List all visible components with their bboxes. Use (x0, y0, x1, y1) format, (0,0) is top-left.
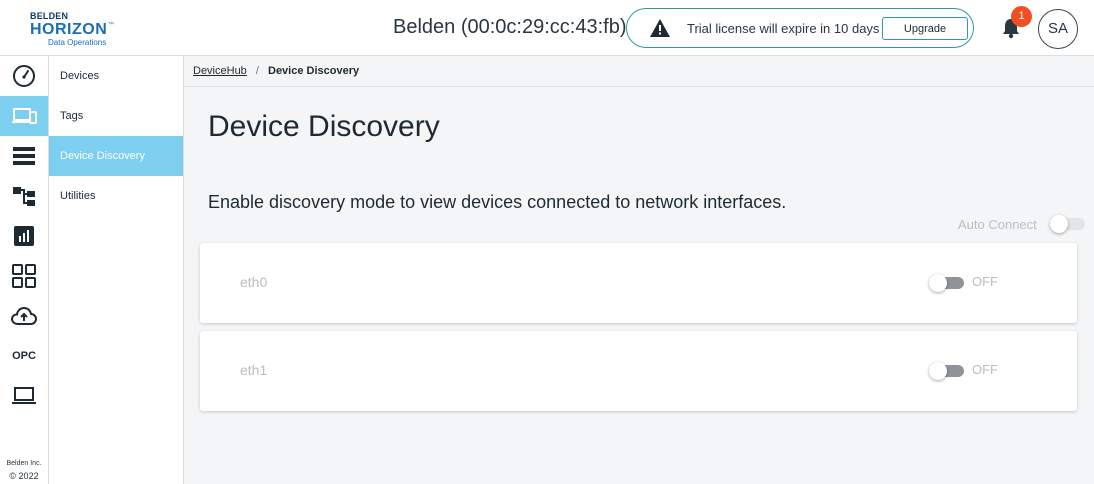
cloud-upload-icon (11, 306, 37, 325)
rail-item-cloud[interactable] (0, 296, 48, 336)
toggle-knob (1050, 215, 1068, 233)
logo-brand-top: BELDEN (30, 11, 69, 21)
apps-grid-icon (12, 264, 36, 288)
breadcrumb-current: Device Discovery (268, 65, 360, 77)
interface-card-eth1: eth1 OFF (200, 331, 1077, 411)
rail-item-laptop[interactable] (0, 376, 48, 416)
devices-icon (12, 108, 37, 124)
auto-connect-toggle[interactable] (1050, 215, 1085, 233)
rail-item-devices[interactable] (0, 96, 48, 136)
icon-rail: OPC Belden Inc. © 2022 (0, 56, 49, 484)
hierarchy-icon (13, 187, 35, 206)
rail-item-opc[interactable]: OPC (0, 336, 48, 376)
trial-license-banner: Trial license will expire in 10 days Upg… (626, 8, 974, 48)
auto-connect-label: Auto Connect (958, 217, 1037, 232)
submenu-item-device-discovery[interactable]: Device Discovery (49, 136, 183, 176)
notification-count-badge: 1 (1011, 6, 1032, 27)
upgrade-button[interactable]: Upgrade (882, 17, 968, 40)
rail-item-hierarchy[interactable] (0, 176, 48, 216)
submenu-item-devices[interactable]: Devices (49, 56, 183, 96)
logo-brand-main: HORIZON (30, 21, 108, 38)
rail-item-apps[interactable] (0, 256, 48, 296)
discovery-state-label: OFF (972, 274, 998, 289)
discovery-toggle-eth0[interactable] (929, 274, 964, 292)
rail-item-analytics[interactable] (0, 216, 48, 256)
toggle-knob (929, 274, 947, 292)
page-title: Device Discovery (208, 110, 440, 143)
logo-trademark: ™ (108, 22, 114, 28)
bar-chart-icon (14, 226, 34, 246)
interface-name: eth1 (240, 362, 268, 378)
submenu: Devices Tags Device Discovery Utilities (49, 56, 184, 484)
rail-footer: Belden Inc. © 2022 (0, 458, 48, 482)
submenu-item-tags[interactable]: Tags (49, 96, 183, 136)
rail-item-list[interactable] (0, 136, 48, 176)
site-title: Belden (00:0c:29:cc:43:fb) (393, 16, 627, 38)
breadcrumb-link-devicehub[interactable]: DeviceHub (193, 65, 247, 77)
interface-card-eth0: eth0 OFF (200, 243, 1077, 323)
breadcrumb-separator: / (255, 65, 259, 77)
submenu-item-utilities[interactable]: Utilities (49, 176, 183, 216)
user-avatar[interactable]: SA (1038, 9, 1078, 49)
top-header: BELDEN HORIZON ™ Data Operations Belden … (0, 0, 1094, 56)
list-icon (13, 147, 35, 165)
warning-icon (650, 19, 670, 37)
rail-item-dashboard[interactable] (0, 56, 48, 96)
belden-horizon-logo[interactable]: BELDEN HORIZON ™ Data Operations (28, 9, 118, 49)
dashboard-gauge-icon (13, 65, 35, 87)
footer-company: Belden Inc. (6, 460, 42, 467)
discovery-intro-text: Enable discovery mode to view devices co… (208, 192, 787, 212)
trial-license-message: Trial license will expire in 10 days (687, 21, 880, 36)
interface-name: eth0 (240, 274, 268, 290)
discovery-toggle-eth1[interactable] (929, 362, 964, 380)
toggle-knob (929, 362, 947, 380)
discovery-state-label: OFF (972, 362, 998, 377)
opc-icon: OPC (12, 350, 36, 362)
laptop-icon (12, 387, 36, 404)
footer-copyright: © 2022 (9, 471, 39, 481)
breadcrumb: DeviceHub / Device Discovery (184, 56, 1094, 87)
logo-brand-sub: Data Operations (48, 38, 107, 47)
